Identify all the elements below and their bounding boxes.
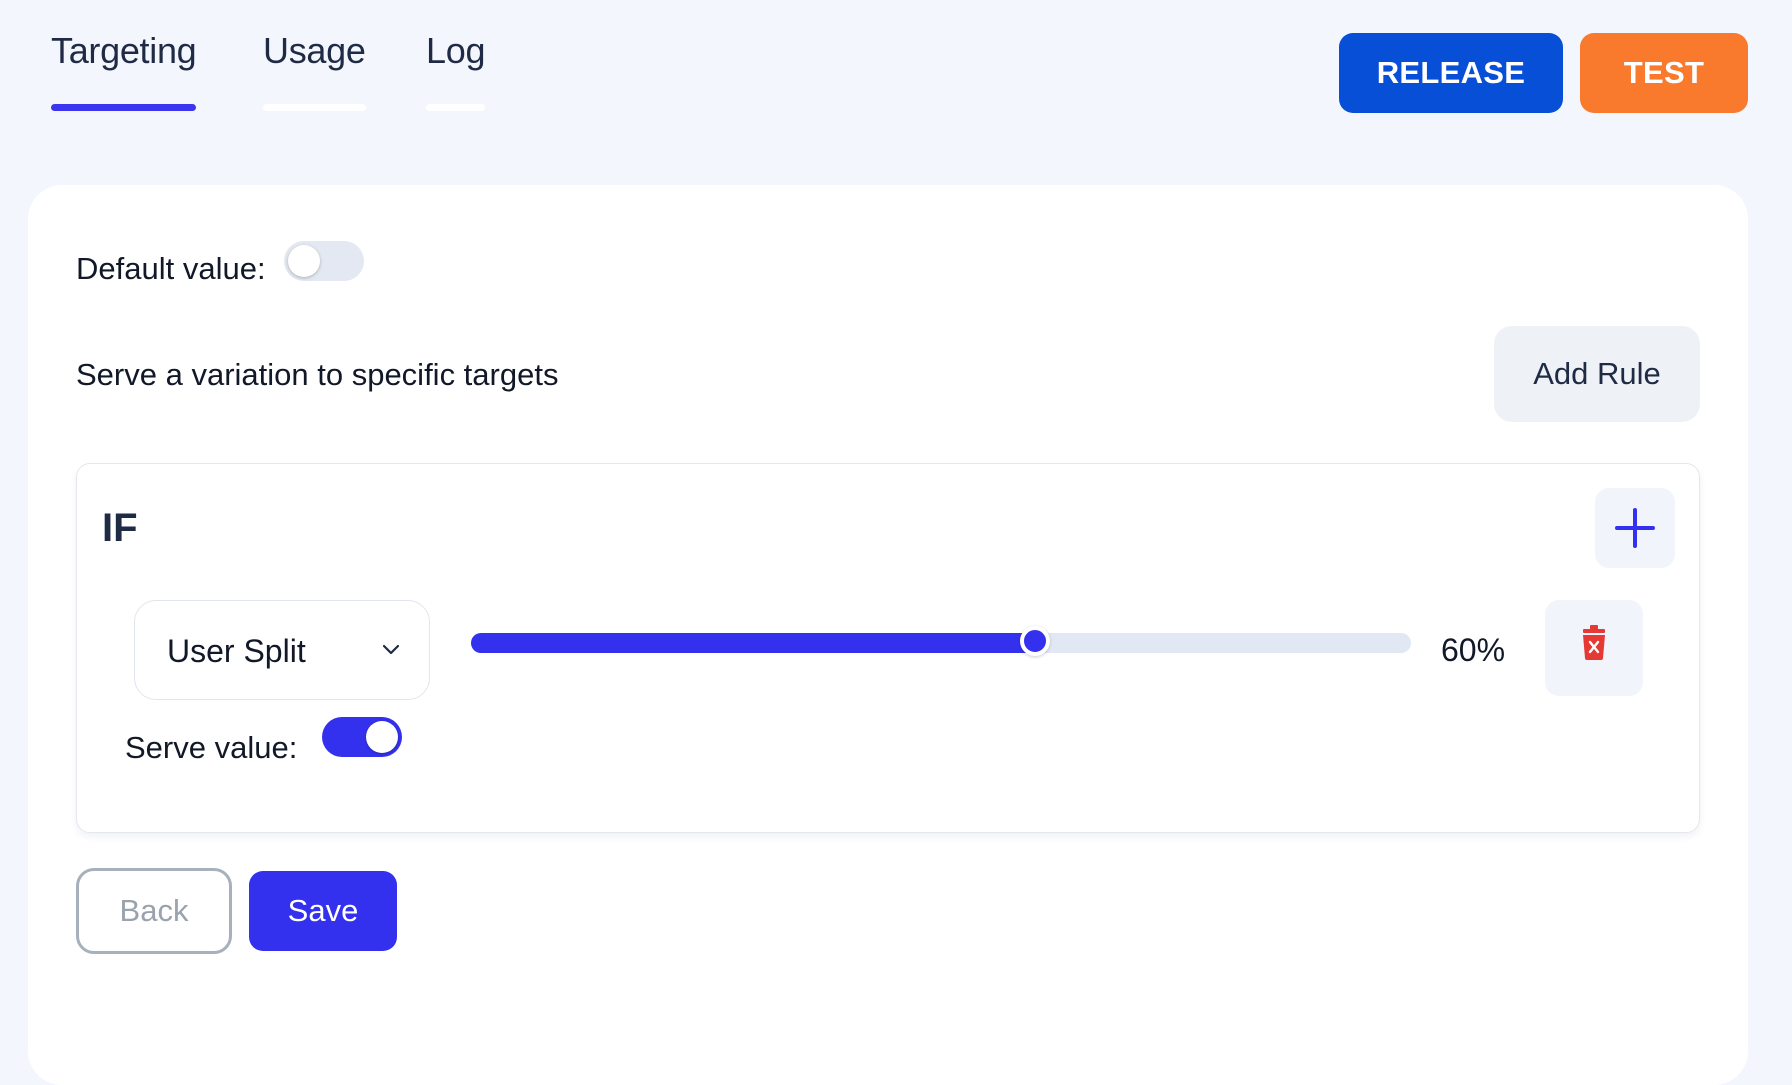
condition-select[interactable]: User Split <box>134 600 430 700</box>
top-bar: Targeting Usage Log RELEASE TEST <box>0 0 1792 150</box>
trash-icon <box>1583 625 1605 660</box>
plus-icon <box>1615 508 1655 548</box>
toggle-knob <box>366 721 398 753</box>
split-percent-value: 60% <box>1441 632 1506 668</box>
tab-targeting[interactable]: Targeting <box>51 30 197 111</box>
tab-log[interactable]: Log <box>426 30 486 111</box>
serve-value-toggle[interactable] <box>322 717 402 757</box>
default-value-label: Default value: <box>76 251 266 286</box>
rule-box: IF User Split 60% Serve value: <box>76 463 1700 833</box>
slider-fill <box>471 633 1035 653</box>
serve-value-label: Serve value: <box>125 730 298 765</box>
toggle-knob <box>288 245 320 277</box>
tab-targeting-label: Targeting <box>51 30 197 71</box>
tab-indicator <box>263 104 366 111</box>
add-rule-button[interactable]: Add Rule <box>1494 326 1700 422</box>
default-value-toggle[interactable] <box>284 241 364 281</box>
slider-thumb[interactable] <box>1020 626 1050 656</box>
tab-log-label: Log <box>426 30 486 71</box>
tab-usage-label: Usage <box>263 30 366 71</box>
release-button[interactable]: RELEASE <box>1339 33 1563 113</box>
save-button[interactable]: Save <box>249 871 397 951</box>
tab-indicator <box>426 104 486 111</box>
test-button[interactable]: TEST <box>1580 33 1748 113</box>
tab-active-indicator <box>51 104 197 111</box>
if-label: IF <box>102 506 138 550</box>
add-condition-button[interactable] <box>1595 488 1675 568</box>
targeting-card: Default value: Serve a variation to spec… <box>28 185 1748 1085</box>
tab-usage[interactable]: Usage <box>263 30 366 111</box>
condition-select-value: User Split <box>167 633 306 669</box>
delete-condition-button[interactable] <box>1545 600 1643 696</box>
targets-description: Serve a variation to specific targets <box>76 357 559 392</box>
chevron-down-icon <box>382 644 400 655</box>
user-split-slider[interactable] <box>471 619 1411 663</box>
back-button[interactable]: Back <box>76 868 232 954</box>
